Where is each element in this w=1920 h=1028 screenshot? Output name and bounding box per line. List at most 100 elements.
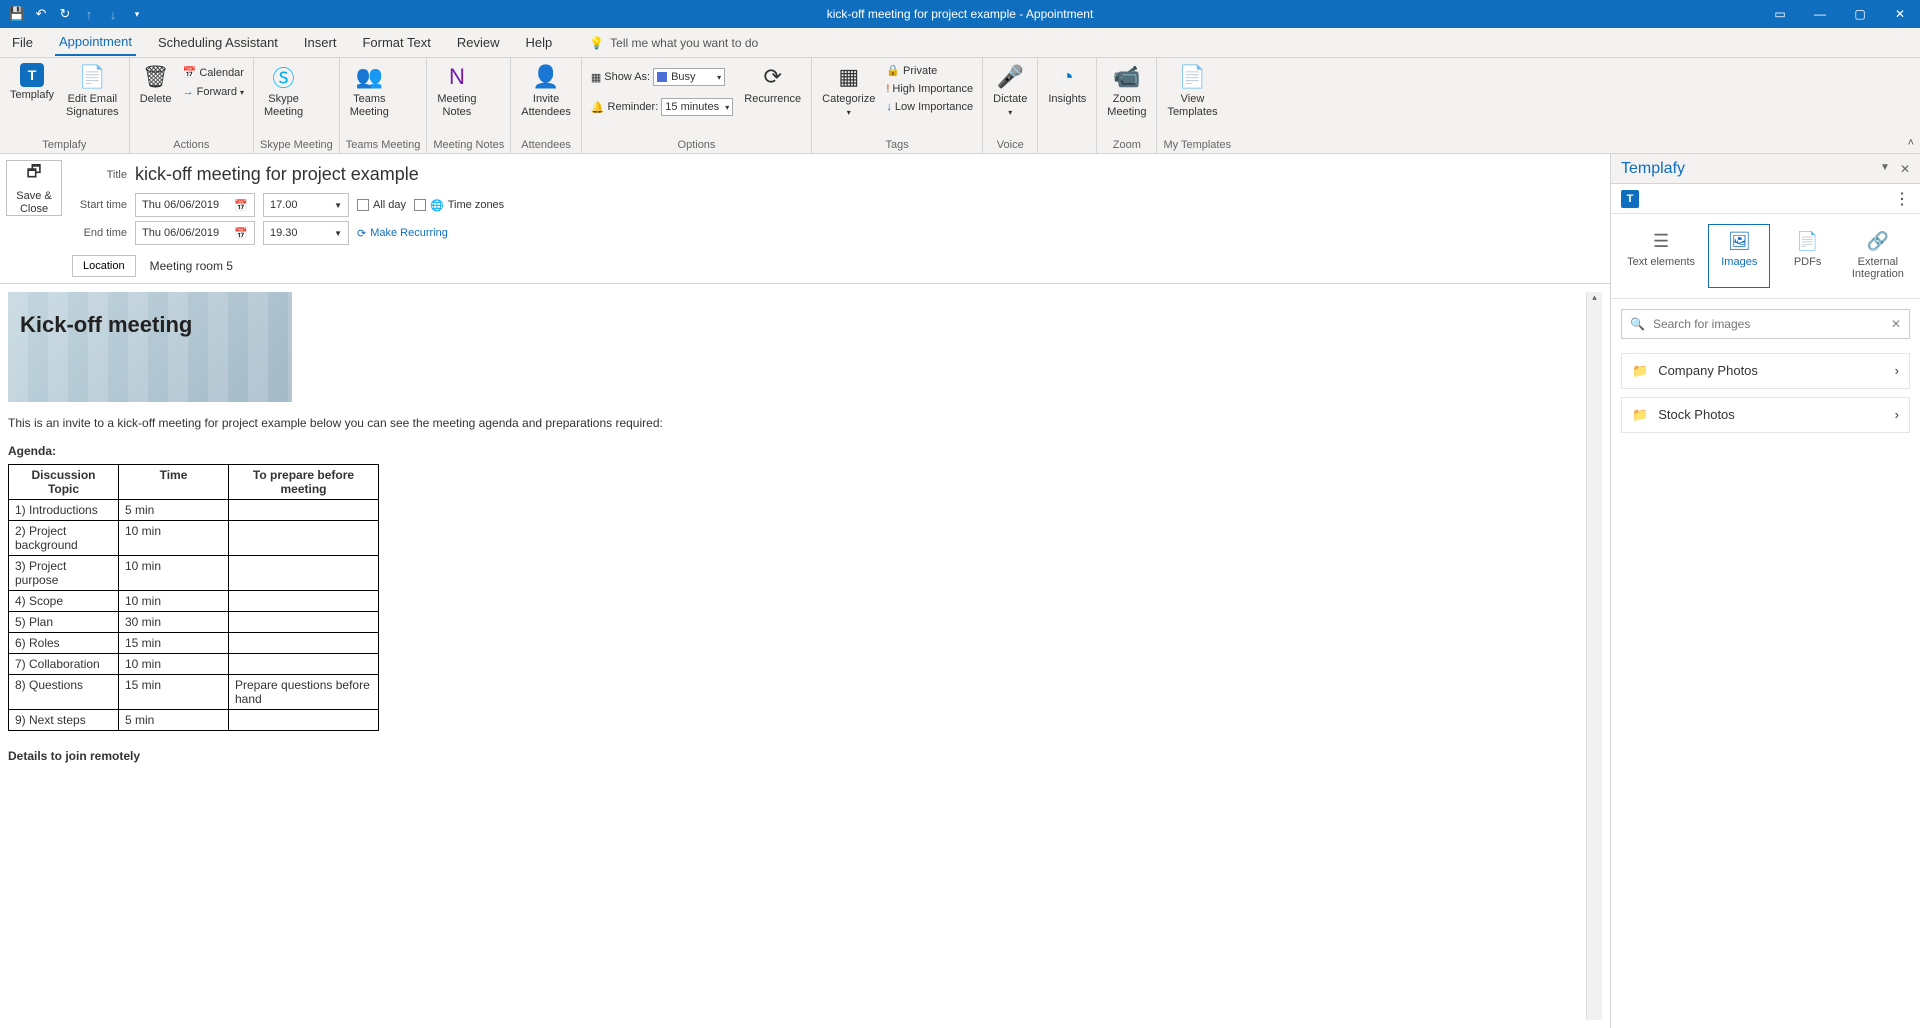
end-time-field[interactable]: 19.30▼ [263,221,349,245]
tab-help[interactable]: Help [521,30,556,55]
templafy-label: Templafy [10,89,54,102]
tab-pdfs[interactable]: 📄PDFs [1777,224,1839,288]
title-input[interactable] [135,160,1604,189]
categorize-button[interactable]: ▦ Categorize▾ [818,60,879,121]
table-row: 2) Project background10 min [9,521,379,556]
down-icon[interactable]: ↓ [106,7,120,21]
group-label-options: Options [588,137,805,153]
forward-label: Forward [197,86,237,98]
undo-icon[interactable]: ↶ [34,7,48,21]
high-importance-button[interactable]: !High Importance [883,81,976,97]
private-button[interactable]: 🔒Private [883,62,976,79]
panel-dropdown-icon[interactable]: ▼ [1880,162,1890,176]
templafy-button[interactable]: T Templafy [6,60,58,105]
folder-company-photos[interactable]: 📁Company Photos › [1621,353,1910,389]
tab-file[interactable]: File [8,30,37,55]
group-label-voice: Voice [989,137,1031,153]
teams-meeting-button[interactable]: 👥 Teams Meeting [346,60,393,121]
tab-appointment[interactable]: Appointment [55,29,136,56]
save-and-close-button[interactable]: 🗗 Save & Close [6,160,62,216]
show-as-select[interactable]: Busy▾ [653,68,725,86]
group-label-skype: Skype Meeting [260,137,333,153]
reminder-row: 🔔 Reminder: 15 minutes▾ [588,96,736,118]
cell-topic: 9) Next steps [9,710,119,731]
maximize-button[interactable]: ▢ [1840,0,1880,28]
collapse-ribbon-icon[interactable]: ˄ [1908,137,1914,149]
panel-menu-icon[interactable]: ⋮ [1894,189,1910,209]
timezones-checkbox[interactable]: 🌐Time zones [414,199,504,212]
low-importance-button[interactable]: ↓Low Importance [883,99,976,115]
cell-time: 15 min [119,675,229,710]
recurrence-button[interactable]: ⟳ Recurrence [740,60,805,109]
chevron-right-icon: › [1895,363,1899,378]
insights-button[interactable]: ◔ Insights [1044,60,1090,109]
view-templates-button[interactable]: 📄 View Templates [1163,60,1221,121]
cell-prep [229,654,379,675]
up-icon[interactable]: ↑ [82,7,96,21]
dictate-button[interactable]: 🎤 Dictate▾ [989,60,1031,121]
tab-review[interactable]: Review [453,30,504,55]
teams-label: Teams Meeting [350,93,389,118]
tab-images[interactable]: 🖼Images [1708,224,1770,288]
end-date-field[interactable]: Thu 06/06/2019📅 [135,221,255,245]
all-day-label: All day [373,199,406,211]
end-date-value: Thu 06/06/2019 [142,227,219,239]
end-time-label: End time [72,227,127,239]
panel-close-icon[interactable]: ✕ [1900,162,1910,176]
attendees-icon: 👤 [532,63,560,91]
meeting-notes-button[interactable]: N Meeting Notes [433,60,480,121]
categorize-icon: ▦ [835,63,863,91]
reminder-select[interactable]: 15 minutes▾ [661,98,733,116]
ribbon-display-icon[interactable]: ▭ [1760,0,1800,28]
templates-label: View Templates [1167,93,1217,118]
banner-image: Kick-off meeting [8,292,292,402]
start-date-field[interactable]: Thu 06/06/2019📅 [135,193,255,217]
forward-button[interactable]: →Forward ▾ [180,84,247,100]
onenote-icon: N [443,63,471,91]
scroll-up-icon[interactable]: ▴ [1587,292,1602,308]
panel-title: Templafy [1621,160,1685,178]
invite-attendees-button[interactable]: 👤 Invite Attendees [517,60,575,121]
teams-icon: 👥 [355,63,383,91]
clear-search-icon[interactable]: ✕ [1891,317,1901,331]
microphone-icon: 🎤 [996,63,1024,91]
save-icon[interactable]: 💾 [10,7,24,21]
redo-icon[interactable]: ↻ [58,7,72,21]
folder-icon: 📁 [1632,407,1648,423]
tab-insert[interactable]: Insert [300,30,341,55]
tell-me-label: Tell me what you want to do [610,36,758,50]
banner-text: Kick-off meeting [20,312,192,338]
tab-format[interactable]: Format Text [358,30,434,55]
lightbulb-icon: 💡 [589,36,604,50]
start-time-field[interactable]: 17.00▼ [263,193,349,217]
all-day-checkbox[interactable]: All day [357,199,406,211]
cell-prep [229,556,379,591]
tab-external[interactable]: 🔗External Integration [1845,224,1911,288]
make-recurring-button[interactable]: ⟳Make Recurring [357,227,448,240]
search-images-input[interactable]: 🔍 ✕ [1621,309,1910,339]
calendar-icon: 📅 [183,66,197,79]
qat-dropdown-icon[interactable]: ▾ [130,7,144,21]
scrollbar[interactable]: ▴ [1586,292,1602,1020]
minimize-button[interactable]: — [1800,0,1840,28]
group-label-actions: Actions [136,137,247,153]
delete-button[interactable]: 🗑 Delete [136,60,176,109]
edit-email-signatures-button[interactable]: 📄 Edit Email Signatures [62,60,123,121]
body-editor[interactable]: Kick-off meeting This is an invite to a … [0,284,1610,1028]
location-value[interactable]: Meeting room 5 [144,259,233,273]
recurrence-label: Recurrence [744,93,801,106]
skype-meeting-button[interactable]: Ⓢ Skype Meeting [260,60,307,121]
tab-text-elements[interactable]: ☰Text elements [1620,224,1702,288]
delete-label: Delete [140,93,172,106]
cell-time: 10 min [119,591,229,612]
folder-stock-photos[interactable]: 📁Stock Photos › [1621,397,1910,433]
location-button[interactable]: Location [72,255,136,277]
zoom-meeting-button[interactable]: 📹 Zoom Meeting [1103,60,1150,121]
tell-me-search[interactable]: 💡 Tell me what you want to do [589,36,758,50]
close-button[interactable]: ✕ [1880,0,1920,28]
showas-value: Busy [671,71,695,83]
calendar-button[interactable]: 📅Calendar [180,64,247,81]
table-row: 7) Collaboration10 min [9,654,379,675]
tab-scheduling[interactable]: Scheduling Assistant [154,30,282,55]
search-field[interactable] [1653,317,1883,331]
